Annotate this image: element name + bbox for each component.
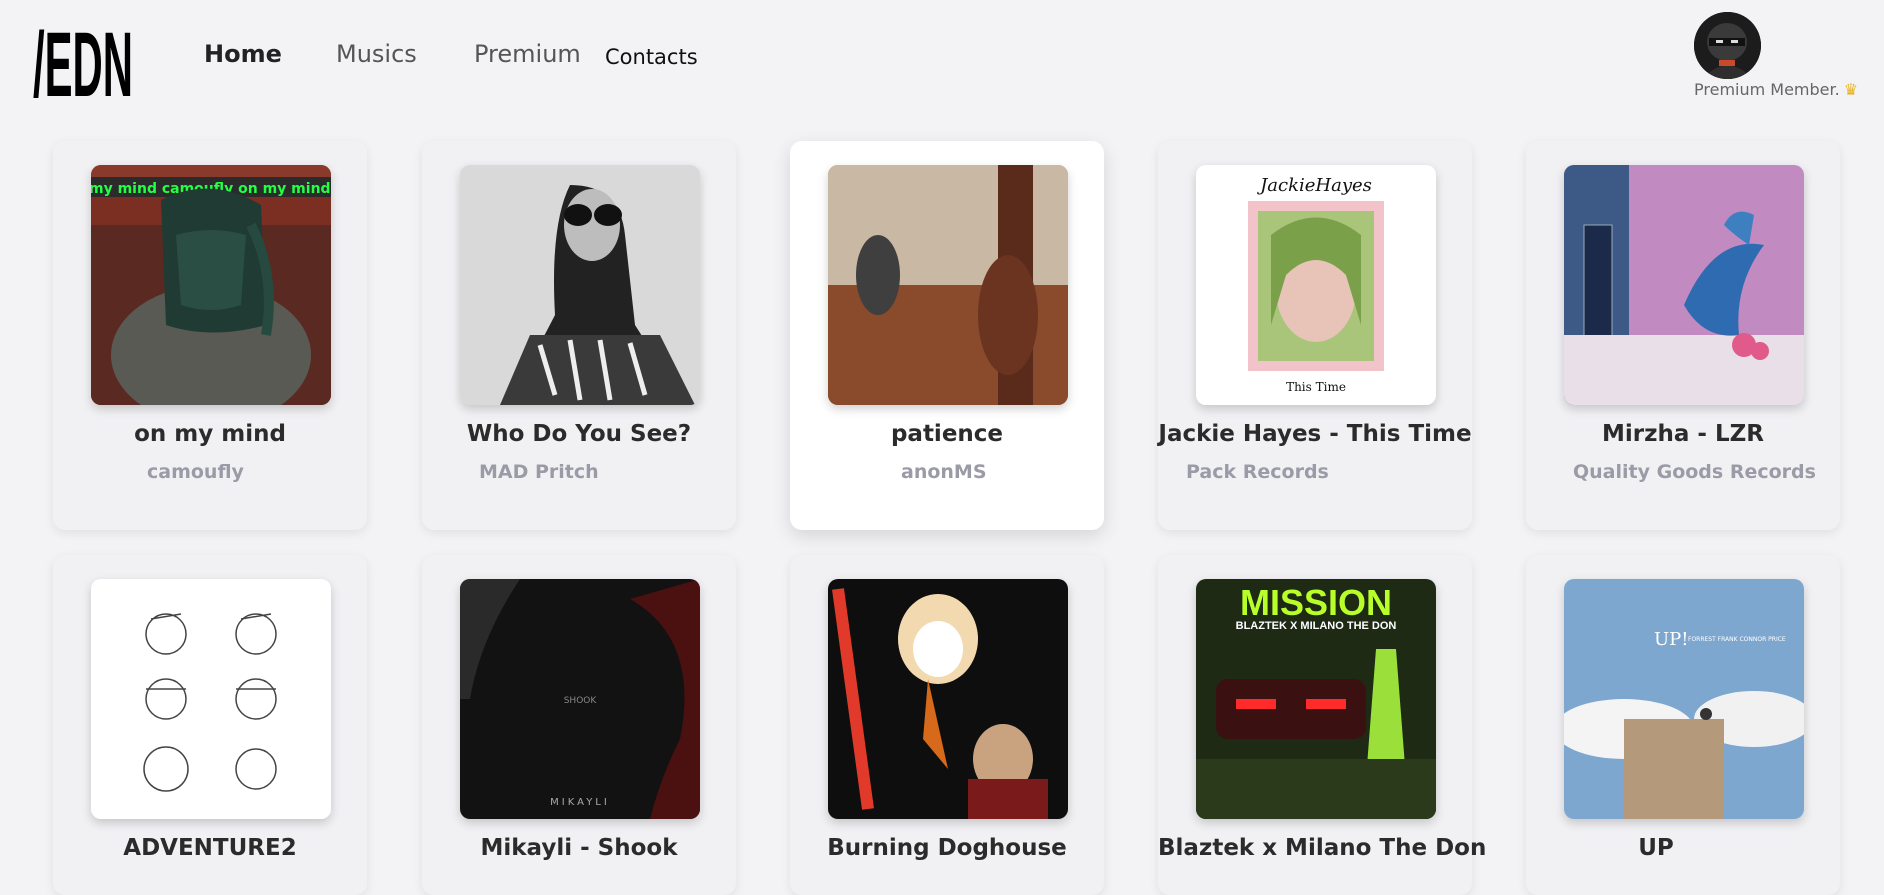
premium-member-status: Premium Member. ♛ xyxy=(1694,80,1858,99)
logo-text: /EDN xyxy=(33,14,133,106)
track-card-active[interactable]: patience anonMS xyxy=(790,141,1104,530)
track-card[interactable]: my mind camoufly on my mind camou on my … xyxy=(53,141,367,530)
track-title: Jackie Hayes - This Time xyxy=(1158,421,1472,447)
track-cover[interactable]: MISSION BLAZTEK X MILANO THE DON xyxy=(1196,579,1436,819)
header: /EDN Home Musics Premium Contacts Premiu… xyxy=(0,0,1884,125)
track-card[interactable]: ADVENTURE2 xyxy=(53,555,367,895)
track-title: on my mind xyxy=(134,421,286,447)
logo[interactable]: /EDN xyxy=(33,8,135,106)
track-card[interactable]: Who Do You See? MAD Pritch xyxy=(422,141,736,530)
track-card[interactable]: JackieHayes This Time Jackie Hayes - Thi… xyxy=(1158,141,1472,530)
track-artist: Quality Goods Records xyxy=(1573,461,1816,483)
track-artist: camoufly xyxy=(147,461,244,483)
track-title: Blaztek x Milano The Don xyxy=(1158,835,1487,861)
svg-text:FORREST FRANK CONNOR PRICE: FORREST FRANK CONNOR PRICE xyxy=(1688,636,1786,643)
svg-text:MIKAYLI: MIKAYLI xyxy=(550,797,610,808)
nav-premium[interactable]: Premium xyxy=(474,40,581,68)
track-card[interactable]: Mirzha - LZR Quality Goods Records xyxy=(1526,141,1840,530)
track-title: Burning Doghouse xyxy=(827,835,1067,861)
track-title: UP xyxy=(1638,835,1674,861)
member-label: Premium Member. xyxy=(1694,80,1840,99)
track-cover[interactable] xyxy=(1564,165,1804,405)
nav-musics[interactable]: Musics xyxy=(336,40,417,68)
track-card[interactable]: MISSION BLAZTEK X MILANO THE DON Blaztek… xyxy=(1158,555,1487,895)
svg-text:JackieHayes: JackieHayes xyxy=(1256,175,1372,196)
nav-home[interactable]: Home xyxy=(204,40,282,68)
ninja-avatar-icon xyxy=(1694,12,1761,79)
track-title: Mikayli - Shook xyxy=(480,835,678,861)
track-card[interactable]: Burning Doghouse xyxy=(790,555,1104,895)
track-card[interactable]: SHOOK MIKAYLI Mikayli - Shook xyxy=(422,555,736,895)
track-title: ADVENTURE2 xyxy=(123,835,297,861)
track-cover[interactable]: UP! FORREST FRANK CONNOR PRICE xyxy=(1564,579,1804,819)
svg-text:SHOOK: SHOOK xyxy=(564,696,598,706)
track-cover[interactable]: JackieHayes This Time xyxy=(1196,165,1436,405)
nav-contacts[interactable]: Contacts xyxy=(605,45,698,69)
track-cover[interactable] xyxy=(460,165,700,405)
avatar[interactable] xyxy=(1694,12,1761,79)
track-artist: Pack Records xyxy=(1186,461,1329,483)
track-cover[interactable]: my mind camoufly on my mind camou xyxy=(91,165,331,405)
track-card[interactable]: UP! FORREST FRANK CONNOR PRICE UP xyxy=(1526,555,1840,895)
track-title: patience xyxy=(890,421,1004,447)
track-cover[interactable] xyxy=(828,579,1068,819)
svg-text:This Time: This Time xyxy=(1286,380,1346,394)
track-title: Mirzha - LZR xyxy=(1602,421,1764,447)
track-artist: MAD Pritch xyxy=(479,461,599,483)
crown-icon: ♛ xyxy=(1843,80,1859,99)
svg-text:MISSION: MISSION xyxy=(1240,582,1392,623)
track-title: Who Do You See? xyxy=(466,421,692,447)
svg-text:UP!: UP! xyxy=(1654,629,1689,650)
svg-text:BLAZTEK X MILANO THE DON: BLAZTEK X MILANO THE DON xyxy=(1236,620,1397,632)
track-cover[interactable] xyxy=(91,579,331,819)
track-cover[interactable] xyxy=(828,165,1068,405)
track-cover[interactable]: SHOOK MIKAYLI xyxy=(460,579,700,819)
track-artist: anonMS xyxy=(901,461,987,483)
